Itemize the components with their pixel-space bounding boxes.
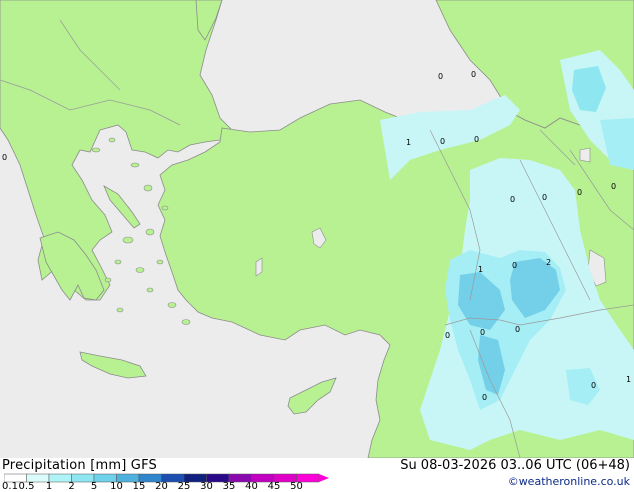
color-scale-label: 5: [90, 481, 98, 492]
color-scale-label: 30: [200, 481, 213, 492]
cell-marker: 0: [515, 325, 520, 334]
map-canvas: 0 0 1 0 0 0 0 0 0 0 1 0 2 0 0 0 0 1 0: [0, 0, 634, 458]
cell-marker: 0: [474, 135, 479, 144]
valid-time: Su 08-03-2026 03..06 UTC (06+48): [400, 458, 630, 473]
color-scale-label: 2: [68, 481, 75, 492]
precipitation-map: 0 0 1 0 0 0 0 0 0 0 1 0 2 0 0 0 0 1 0: [0, 0, 634, 458]
color-scale: [4, 473, 329, 483]
color-scale-label: 45: [267, 481, 281, 492]
color-scale-label: 1: [45, 481, 53, 492]
cell-marker: 0: [2, 153, 7, 162]
cell-marker: 1: [406, 138, 411, 147]
color-scale-label: 25: [177, 481, 191, 492]
cell-marker: 0: [471, 70, 476, 79]
color-scale-label: 40: [245, 481, 258, 492]
cell-marker: 0: [591, 381, 596, 390]
cell-marker: 0: [438, 72, 443, 81]
color-scale-label: 20: [155, 481, 168, 492]
color-scale-label: 35: [222, 481, 236, 492]
credit-link[interactable]: ©weatheronline.co.uk: [508, 475, 630, 488]
cell-marker: 0: [577, 188, 582, 197]
map-footer: Precipitation [mm] GFS Su 08-03-2026 03.…: [0, 458, 634, 492]
cell-marker: 1: [626, 375, 631, 384]
cell-marker: 0: [611, 182, 616, 191]
color-scale-label: 10: [110, 481, 123, 492]
color-scale-label: 0.5: [18, 481, 35, 492]
cell-marker: 0: [445, 331, 450, 340]
color-scale-label: 15: [132, 481, 146, 492]
color-scale-label: 0.1: [2, 481, 18, 492]
color-scale-label: 50: [290, 481, 303, 492]
cell-marker: 0: [482, 393, 487, 402]
cell-marker: 0: [480, 328, 485, 337]
cell-marker: 0: [512, 261, 517, 270]
map-title: Precipitation [mm] GFS: [2, 458, 157, 473]
cell-marker: 0: [542, 193, 547, 202]
cell-marker: 2: [546, 258, 551, 267]
cell-marker: 0: [440, 137, 445, 146]
color-scale-arrow: [319, 474, 329, 482]
cell-marker: 0: [510, 195, 515, 204]
cell-marker: 1: [478, 265, 483, 274]
